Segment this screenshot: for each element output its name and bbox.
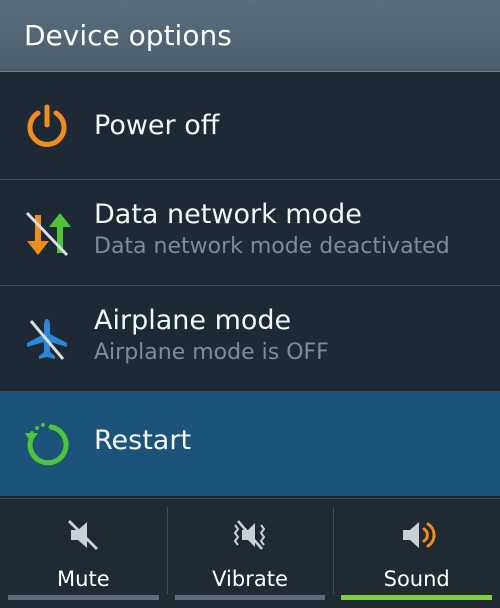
airplane-mode-label: Airplane mode xyxy=(94,305,292,336)
vibrate-indicator xyxy=(174,595,326,600)
airplane-icon xyxy=(20,312,74,366)
power-off-option[interactable]: Power off xyxy=(0,72,500,180)
restart-option[interactable]: Restart xyxy=(0,392,500,496)
options-list: Power off Data network mode Data network… xyxy=(0,72,500,496)
mute-icon xyxy=(68,519,99,551)
power-icon xyxy=(20,99,74,153)
sound-indicator xyxy=(341,595,493,600)
airplane-mode-option[interactable]: Airplane mode Airplane mode is OFF xyxy=(0,286,500,392)
sound-mode-bar: Mute Vibrate Sound xyxy=(0,498,500,608)
device-options-dialog: Device options Power off Data network mo… xyxy=(0,0,500,608)
dialog-header: Device options xyxy=(0,0,500,72)
vibrate-button[interactable]: Vibrate xyxy=(166,499,334,608)
data-network-status: Data network mode deactivated xyxy=(94,234,450,259)
restart-label: Restart xyxy=(94,425,192,456)
restart-icon xyxy=(20,417,74,471)
sound-icon xyxy=(402,522,436,548)
vibrate-label: Vibrate xyxy=(212,567,288,591)
data-network-option[interactable]: Data network mode Data network mode deac… xyxy=(0,180,500,286)
sound-label: Sound xyxy=(383,567,450,591)
vibrate-icon xyxy=(233,520,266,550)
data-network-icon xyxy=(20,206,74,260)
mute-label: Mute xyxy=(57,567,110,591)
mute-button[interactable]: Mute xyxy=(0,499,167,608)
dialog-title: Device options xyxy=(24,19,232,52)
power-off-label: Power off xyxy=(94,110,220,141)
mute-indicator xyxy=(8,595,159,600)
sound-button[interactable]: Sound xyxy=(333,499,500,608)
data-network-label: Data network mode xyxy=(94,199,362,230)
airplane-mode-status: Airplane mode is OFF xyxy=(94,340,329,365)
